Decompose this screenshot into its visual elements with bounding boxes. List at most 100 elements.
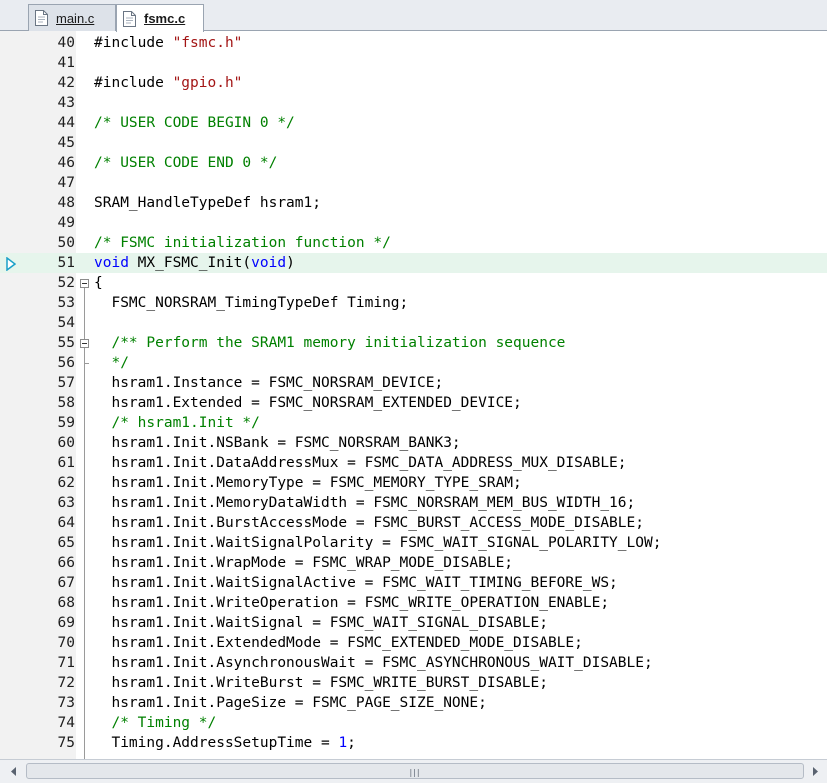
code-line[interactable]: 72 hsram1.Init.WriteBurst = FSMC_WRITE_B… [0, 673, 827, 693]
arrow-left-icon[interactable] [5, 763, 23, 780]
code-text: hsram1.Init.MemoryType = FSMC_MEMORY_TYP… [94, 475, 522, 491]
code-text: hsram1.Init.PageSize = FSMC_PAGE_SIZE_NO… [94, 695, 487, 711]
fold-end-marker [84, 363, 89, 364]
code-line[interactable]: 59 /* hsram1.Init */ [0, 413, 827, 433]
code-line[interactable]: 69 hsram1.Init.WaitSignal = FSMC_WAIT_SI… [0, 613, 827, 633]
fold-toggle-icon[interactable] [80, 339, 89, 348]
code-line[interactable]: 70 hsram1.Init.ExtendedMode = FSMC_EXTEN… [0, 633, 827, 653]
line-number: 46 [57, 155, 75, 171]
line-number: 65 [57, 535, 75, 551]
code-line[interactable]: 45 [0, 133, 827, 153]
code-line[interactable]: 42 #include "gpio.h" [0, 73, 827, 93]
tab-main-c[interactable]: main.c [28, 4, 116, 31]
code-line[interactable]: 67 hsram1.Init.WaitSignalActive = FSMC_W… [0, 573, 827, 593]
code-line[interactable]: 48 SRAM_HandleTypeDef hsram1; [0, 193, 827, 213]
code-line[interactable]: 74 /* Timing */ [0, 713, 827, 733]
code-line[interactable]: 60 hsram1.Init.NSBank = FSMC_NORSRAM_BAN… [0, 433, 827, 453]
code-text: hsram1.Init.MemoryDataWidth = FSMC_NORSR… [94, 495, 636, 511]
code-line[interactable]: 65 hsram1.Init.WaitSignalPolarity = FSMC… [0, 533, 827, 553]
code-text: FSMC_NORSRAM_TimingTypeDef Timing; [94, 295, 409, 311]
code-line[interactable]: 51 void MX_FSMC_Init(void) [0, 253, 827, 273]
tab-fsmc-c[interactable]: fsmc.c [116, 4, 204, 32]
line-number: 44 [57, 115, 75, 131]
line-number: 63 [57, 495, 75, 511]
line-number: 49 [57, 215, 75, 231]
line-number: 57 [57, 375, 75, 391]
line-number: 43 [57, 95, 75, 111]
line-number: 61 [57, 455, 75, 471]
line-number: 73 [57, 695, 75, 711]
line-number: 68 [57, 595, 75, 611]
horizontal-scrollbar[interactable]: ||| [0, 759, 827, 783]
code-line[interactable]: 56 */ [0, 353, 827, 373]
tab-label: main.c [56, 10, 95, 26]
code-text: hsram1.Init.WaitSignalPolarity = FSMC_WA… [94, 535, 662, 551]
line-number: 45 [57, 135, 75, 151]
fold-toggle-icon[interactable] [80, 279, 89, 288]
code-line[interactable]: 62 hsram1.Init.MemoryType = FSMC_MEMORY_… [0, 473, 827, 493]
code-line[interactable]: 66 hsram1.Init.WrapMode = FSMC_WRAP_MODE… [0, 553, 827, 573]
line-number: 48 [57, 195, 75, 211]
line-number: 66 [57, 555, 75, 571]
code-line[interactable]: 61 hsram1.Init.DataAddressMux = FSMC_DAT… [0, 453, 827, 473]
line-number: 69 [57, 615, 75, 631]
code-text: #include "fsmc.h" [94, 35, 243, 51]
code-line[interactable]: 57 hsram1.Instance = FSMC_NORSRAM_DEVICE… [0, 373, 827, 393]
code-text: Timing.AddressSetupTime = 1; [94, 735, 356, 751]
code-line[interactable]: 49 [0, 213, 827, 233]
arrow-right-icon[interactable] [806, 763, 824, 780]
fold-guide [84, 288, 85, 759]
code-line[interactable]: 68 hsram1.Init.WriteOperation = FSMC_WRI… [0, 593, 827, 613]
execution-arrow-icon [6, 256, 17, 275]
code-text: hsram1.Init.NSBank = FSMC_NORSRAM_BANK3; [94, 435, 461, 451]
code-text: SRAM_HandleTypeDef hsram1; [94, 195, 321, 211]
code-text: void MX_FSMC_Init(void) [94, 255, 295, 271]
code-line[interactable]: 71 hsram1.Init.AsynchronousWait = FSMC_A… [0, 653, 827, 673]
code-line[interactable]: 43 [0, 93, 827, 113]
code-line[interactable]: 75 Timing.AddressSetupTime = 1; [0, 733, 827, 753]
code-text: hsram1.Init.DataAddressMux = FSMC_DATA_A… [94, 455, 627, 471]
code-line[interactable]: 41 [0, 53, 827, 73]
code-line[interactable]: 64 hsram1.Init.BurstAccessMode = FSMC_BU… [0, 513, 827, 533]
code-line[interactable]: 54 [0, 313, 827, 333]
line-number: 41 [57, 55, 75, 71]
line-number: 58 [57, 395, 75, 411]
code-text: */ [94, 355, 129, 371]
line-number: 52 [57, 275, 75, 291]
code-line[interactable]: 53 FSMC_NORSRAM_TimingTypeDef Timing; [0, 293, 827, 313]
code-line[interactable]: 73 hsram1.Init.PageSize = FSMC_PAGE_SIZE… [0, 693, 827, 713]
code-text: hsram1.Extended = FSMC_NORSRAM_EXTENDED_… [94, 395, 522, 411]
line-number: 75 [57, 735, 75, 751]
code-line[interactable]: 46 /* USER CODE END 0 */ [0, 153, 827, 173]
code-editor[interactable]: 40 #include "fsmc.h" 41 42 #include "gpio.h"… [0, 31, 827, 759]
code-text: hsram1.Init.BurstAccessMode = FSMC_BURST… [94, 515, 644, 531]
code-text: /* USER CODE END 0 */ [94, 155, 278, 171]
line-number: 62 [57, 475, 75, 491]
file-icon [35, 10, 48, 26]
code-text: /** Perform the SRAM1 memory initializat… [94, 335, 566, 351]
line-number: 59 [57, 415, 75, 431]
code-text: #include "gpio.h" [94, 75, 243, 91]
tab-bar: main.c fsmc.c [0, 0, 827, 32]
code-text: hsram1.Init.WaitSignal = FSMC_WAIT_SIGNA… [94, 615, 548, 631]
line-number: 54 [57, 315, 75, 331]
code-line[interactable]: 58 hsram1.Extended = FSMC_NORSRAM_EXTEND… [0, 393, 827, 413]
code-line[interactable]: 40 #include "fsmc.h" [0, 33, 827, 53]
code-text: hsram1.Init.WaitSignalActive = FSMC_WAIT… [94, 575, 618, 591]
code-line[interactable]: 63 hsram1.Init.MemoryDataWidth = FSMC_NO… [0, 493, 827, 513]
file-icon [123, 10, 136, 27]
code-text: hsram1.Init.ExtendedMode = FSMC_EXTENDED… [94, 635, 583, 651]
tab-label: fsmc.c [144, 11, 186, 26]
grip-icon: ||| [409, 768, 421, 777]
code-text: hsram1.Init.WrapMode = FSMC_WRAP_MODE_DI… [94, 555, 514, 571]
line-number: 71 [57, 655, 75, 671]
code-line[interactable]: 44 /* USER CODE BEGIN 0 */ [0, 113, 827, 133]
code-text: /* USER CODE BEGIN 0 */ [94, 115, 295, 131]
scrollbar-thumb[interactable]: ||| [26, 763, 804, 779]
code-line[interactable]: 55 /** Perform the SRAM1 memory initiali… [0, 333, 827, 353]
code-text: /* FSMC initialization function */ [94, 235, 391, 251]
line-number: 56 [57, 355, 75, 371]
code-line[interactable]: 52 { [0, 273, 827, 293]
code-line[interactable]: 50 /* FSMC initialization function */ [0, 233, 827, 253]
code-line[interactable]: 47 [0, 173, 827, 193]
